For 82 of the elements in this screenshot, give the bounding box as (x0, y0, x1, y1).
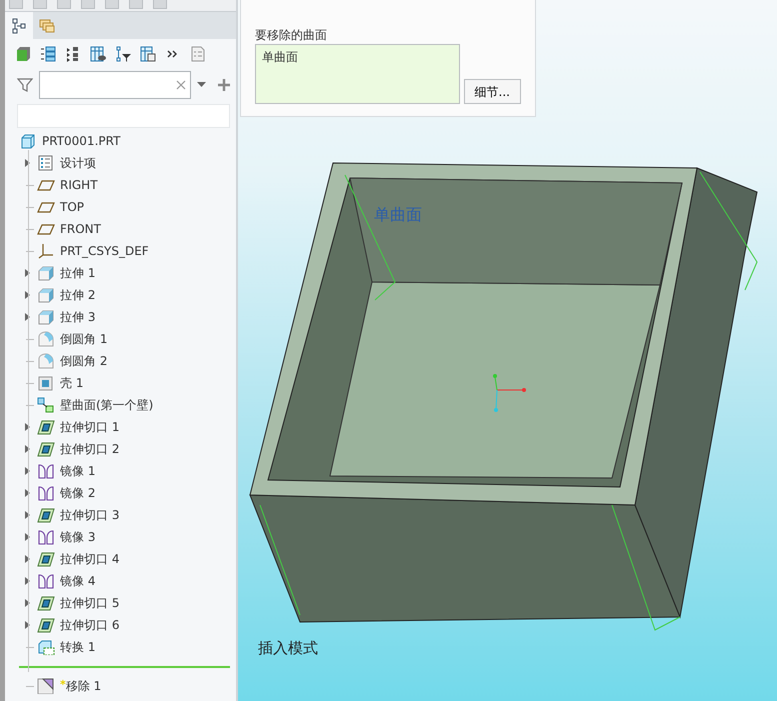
tree-item-label[interactable]: 转换 1 (60, 638, 96, 656)
document-icon[interactable] (190, 46, 207, 62)
table-view-icon[interactable] (90, 46, 107, 62)
expand-arrow-icon[interactable] (25, 423, 30, 431)
expand-arrow-icon[interactable] (25, 555, 30, 563)
tree-item-label[interactable]: 拉伸切口 5 (60, 594, 120, 612)
tree-item-label[interactable]: 镜像 2 (60, 484, 96, 502)
tree-item-label[interactable]: 设计项 (60, 154, 96, 172)
tree-item-label[interactable]: 拉伸切口 3 (60, 506, 120, 524)
tree-item-label[interactable]: FRONT (60, 220, 101, 238)
search-field[interactable] (39, 71, 191, 99)
panel-tab[interactable] (5, 12, 33, 39)
expand-arrow-icon[interactable] (25, 291, 30, 299)
tree-item-label[interactable]: 壁曲面(第一个壁) (60, 396, 154, 414)
tree-item-label[interactable]: RIGHT (60, 176, 98, 194)
expand-arrow-icon[interactable] (25, 269, 30, 277)
expand-arrow-icon[interactable] (25, 533, 30, 541)
tree-item-label[interactable]: 壳 1 (60, 374, 84, 392)
expand-arrow-icon[interactable] (25, 467, 30, 475)
mode-label: 插入模式 (258, 638, 318, 659)
tree-item-label[interactable]: 移除 1 (66, 677, 102, 695)
part-icon (19, 133, 37, 149)
tree-item-label[interactable]: 拉伸 1 (60, 264, 96, 282)
tree-item-label[interactable]: 镜像 1 (60, 462, 96, 480)
tree-item-label[interactable]: PRT0001.PRT (42, 132, 120, 150)
mirror-icon (37, 573, 55, 589)
expand-arrow-icon[interactable] (25, 445, 30, 453)
round-icon (37, 331, 55, 347)
tree-item-label[interactable]: 拉伸 3 (60, 308, 96, 326)
cube-icon (37, 309, 55, 325)
tree-item-label[interactable]: 拉伸 2 (60, 286, 96, 304)
filter-icon[interactable] (17, 77, 33, 93)
expand-arrow-icon[interactable] (25, 621, 30, 629)
surface-label: 单曲面 (374, 204, 422, 226)
cube-icon[interactable] (15, 46, 32, 62)
cut-icon (37, 551, 55, 567)
collector-label: 要移除的曲面 (255, 27, 328, 44)
model-tree-icon (11, 18, 27, 34)
tree-item-label[interactable]: 倒圆角 2 (60, 352, 108, 370)
cube-icon (37, 287, 55, 303)
list-icon (37, 155, 55, 171)
coordinate-axes-icon (493, 374, 526, 412)
cut-icon (37, 507, 55, 523)
dropdown-icon[interactable] (197, 82, 206, 88)
wall-surface-icon (37, 397, 55, 413)
expand-arrow-icon[interactable] (25, 159, 30, 167)
table-settings-icon[interactable] (140, 46, 157, 62)
tree-item-label[interactable]: 拉伸切口 6 (60, 616, 120, 634)
expand-arrow-icon[interactable] (25, 511, 30, 519)
tree-item-label[interactable]: 倒圆角 1 (60, 330, 108, 348)
tree-item-label[interactable]: 拉伸切口 4 (60, 550, 120, 568)
coordinate-system-icon (37, 243, 55, 259)
expand-arrow-icon[interactable] (25, 599, 30, 607)
remove-icon (37, 678, 55, 694)
tree-item-label[interactable]: TOP (60, 198, 84, 216)
round-icon (37, 353, 55, 369)
cube-icon (37, 265, 55, 281)
cut-icon (37, 441, 55, 457)
add-icon[interactable] (218, 79, 230, 91)
clear-icon[interactable] (176, 80, 186, 90)
transform-icon (37, 639, 55, 655)
folders-icon (39, 18, 55, 34)
expand-arrow-icon[interactable] (25, 313, 30, 321)
cut-icon (37, 617, 55, 633)
tree-item-label[interactable]: 镜像 4 (60, 572, 96, 590)
cut-icon (37, 595, 55, 611)
cut-icon (37, 419, 55, 435)
tree-item-label[interactable]: PRT_CSYS_DEF (60, 242, 149, 260)
expand-arrow-icon[interactable] (25, 577, 30, 585)
shell-icon (37, 375, 55, 391)
tree-filter-icon[interactable] (115, 46, 132, 62)
new-feature-mark: * (60, 677, 66, 693)
tree-item-label[interactable]: 拉伸切口 2 (60, 440, 120, 458)
list-icon[interactable] (40, 46, 57, 62)
mirror-icon (37, 463, 55, 479)
mirror-icon (37, 485, 55, 501)
surface-collector[interactable]: 单曲面 (255, 44, 460, 104)
expand-arrow-icon[interactable] (25, 489, 30, 497)
details-button[interactable]: 细节... (464, 79, 521, 104)
tree-item-label[interactable]: 镜像 3 (60, 528, 96, 546)
tree-item-label[interactable]: 拉伸切口 1 (60, 418, 120, 436)
mirror-icon (37, 529, 55, 545)
